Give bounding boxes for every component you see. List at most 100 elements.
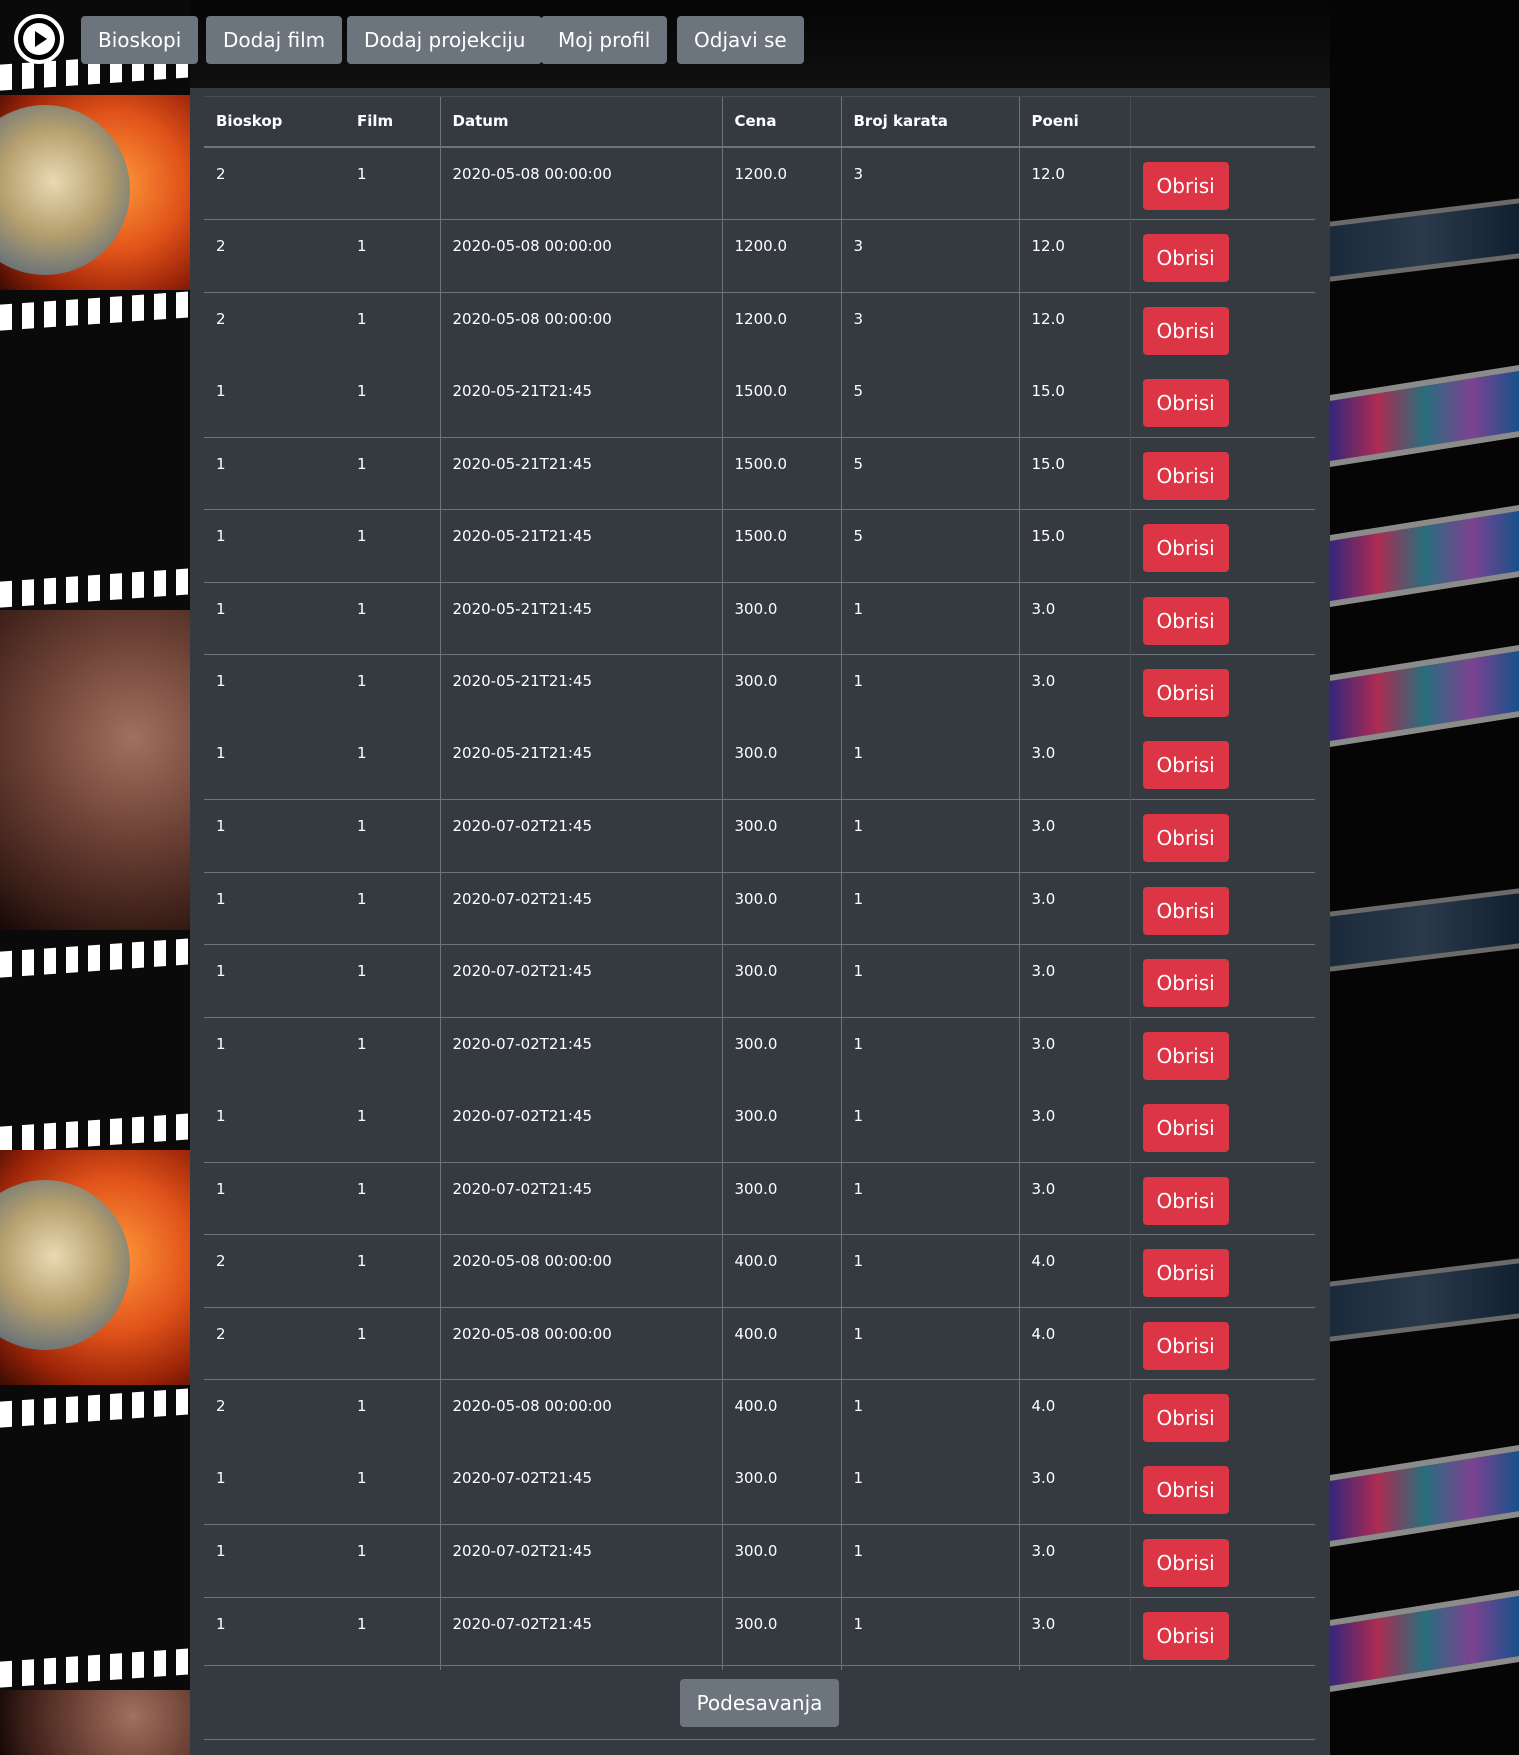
nav-moj-profil-button[interactable]: Moj profil [541,16,668,64]
cell-film: 1 [357,381,367,400]
delete-button[interactable]: Obrisi [1142,1176,1229,1225]
delete-button[interactable]: Obrisi [1142,1249,1229,1297]
cell-bioskop: 2 [204,1306,345,1380]
delete-button[interactable]: Obrisi [1142,1031,1229,1080]
play-circle-icon[interactable] [14,14,64,64]
cell-datum: 2020-05-08 00:00:00 [439,1379,722,1452]
cell-poeni: 15.0 [1018,509,1130,582]
nav-odjavi-se-button[interactable]: Odjavi se [677,16,804,64]
table-row: 1 1 2020-05-21T21:45 1500.0 5 15.0 Obrisi [204,436,1315,510]
column-header-datum: Datum [439,96,722,148]
cell-broj-karata: 1 [840,1524,1019,1597]
delete-button[interactable]: Obrisi [1142,1611,1229,1660]
film-strip [1330,365,1519,467]
cell-actions: Obrisi [1129,654,1315,727]
table-header-row: Bioskop Film Datum Cena Broj karata Poen… [204,96,1315,148]
cell-datum: 2020-05-21T21:45 [439,654,722,727]
delete-button[interactable]: Obrisi [1142,1103,1229,1152]
cell-film: 1 [345,146,440,220]
table-row: 1 1 2020-05-21T21:45 300.0 1 3.0 Obrisi [204,581,1315,655]
film-perforation [0,1648,190,1688]
delete-button[interactable]: Obrisi [1142,234,1229,282]
delete-button[interactable]: Obrisi [1142,306,1229,355]
delete-button[interactable]: Obrisi [1142,596,1229,645]
cell-film: 1 [345,1379,440,1452]
table-row: 2 1 2020-05-08 00:00:00 1200.0 3 12.0 Obrisi [204,291,1315,365]
film-strip [1330,1258,1519,1342]
cell-poeni: 4.0 [1018,1234,1130,1307]
cell-datum: 2020-07-02T21:45 [439,799,722,872]
cell-poeni: 3.0 [1018,1161,1130,1235]
cell-cena: 300.0 [721,1161,841,1235]
cell-poeni: 3.0 [1018,654,1130,727]
cell-film: 1 [357,1106,367,1125]
cell-poeni: 3.0 [1018,1016,1130,1090]
nav-bioskopi-button[interactable]: Bioskopi [81,16,199,64]
cell-actions: Obrisi [1129,1379,1315,1452]
cell-cena: 400.0 [721,1234,841,1307]
poster-globe [0,95,190,290]
table-row: 1 1 2020-05-21T21:45 1500.0 5 15.0 Obrisi [204,509,1315,582]
cell-cena: 300.0 [721,871,841,945]
delete-button[interactable]: Obrisi [1142,1321,1229,1370]
nav-dodaj-projekciju-button[interactable]: Dodaj projekciju [347,16,543,64]
cell-datum: 2020-07-02T21:45 [439,1161,722,1235]
delete-button[interactable]: Obrisi [1142,814,1229,862]
cell-cena: 1500.0 [721,436,841,510]
cell-bioskop: 1 [204,944,345,1017]
cell-cena: 1500.0 [721,364,841,437]
cell-film: 1 [345,219,440,292]
delete-button[interactable]: Obrisi [1142,1394,1229,1442]
cell-actions: Obrisi [1129,871,1315,945]
delete-button[interactable]: Obrisi [1142,741,1229,789]
table-row: 1 1 2020-07-02T21:45 300.0 1 3.0 Obrisi [204,1524,1315,1597]
delete-button[interactable]: Obrisi [1142,669,1229,717]
cell-actions: Obrisi [1129,436,1315,510]
delete-button[interactable]: Obrisi [1142,378,1229,427]
cell-poeni: 3.0 [1018,581,1130,655]
cell-poeni: 3.0 [1018,799,1130,872]
cell-cena: 1200.0 [721,219,841,292]
settings-button[interactable]: Podesavanja [679,1678,840,1727]
cell-actions: Obrisi [1129,1452,1315,1525]
nav-dodaj-film-button[interactable]: Dodaj film [206,16,343,64]
delete-button[interactable]: Obrisi [1142,162,1229,210]
cell-poeni: 15.0 [1018,364,1130,437]
film-perforation [0,291,190,331]
cell-actions: Obrisi [1129,364,1315,437]
delete-button[interactable]: Obrisi [1142,886,1229,935]
table-row: 2 1 2020-05-08 00:00:00 1200.0 3 12.0 Obrisi [204,146,1315,220]
film-perforation [0,1388,190,1428]
delete-button[interactable]: Obrisi [1142,959,1229,1007]
delete-button[interactable]: Obrisi [1142,451,1229,500]
cell-broj-karata: 1 [840,727,1019,800]
cell-broj-karata: 1 [840,1452,1019,1525]
projections-panel: Bioskop Film Datum Cena Broj karata Poen… [190,88,1330,1755]
delete-button[interactable]: Obrisi [1142,1466,1229,1514]
delete-button[interactable]: Obrisi [1142,524,1229,572]
column-header-actions [1129,96,1315,148]
cell-cena: 300.0 [721,1524,841,1597]
cell-film: 1 [345,871,440,945]
cell-actions: Obrisi [1129,1524,1315,1597]
cell-bioskop: 1 [216,381,226,400]
table-row: 2 1 2020-05-08 00:00:00 400.0 1 4.0 Obrisi [204,1379,1315,1452]
cell-bioskop: 1 [204,1161,345,1235]
cell-bioskop: 1 [204,509,345,582]
column-header-film: Film [345,96,440,148]
cell-cena: 300.0 [721,654,841,727]
cell-bioskop: 1 [204,1524,345,1597]
cell-film: 1 [357,1469,367,1487]
cell-broj-karata: 1 [840,871,1019,945]
cell-cena: 1200.0 [721,146,841,220]
delete-button[interactable]: Obrisi [1142,1539,1229,1587]
background-film-right [1330,0,1519,1755]
cell-actions: Obrisi [1129,1234,1315,1307]
cell-broj-karata: 1 [840,1379,1019,1452]
cell-cena: 300.0 [721,1016,841,1090]
cell-poeni: 3.0 [1018,727,1130,800]
cell-film: 1 [345,1234,440,1307]
cell-cena: 300.0 [721,1452,841,1525]
cell-poeni: 15.0 [1018,436,1130,510]
cell-actions: Obrisi [1129,1306,1315,1380]
